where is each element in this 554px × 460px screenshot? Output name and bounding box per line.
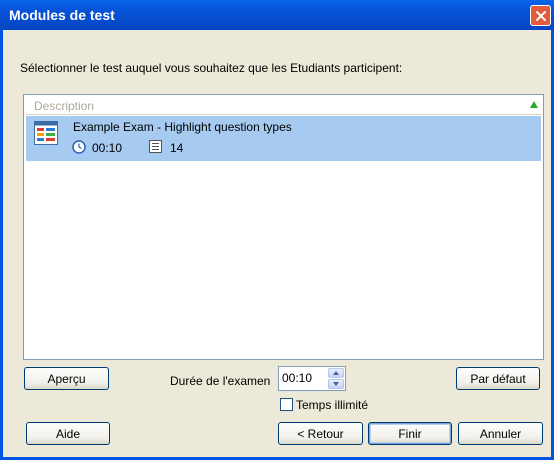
list-item[interactable]: Example Exam - Highlight question types … [26,116,541,161]
unlimited-time-checkbox[interactable] [280,398,293,411]
column-header-label: Description [34,99,95,113]
unlimited-time-label[interactable]: Temps illimité [296,398,368,412]
arrow-up-icon [333,371,339,375]
arrow-down-icon [333,382,339,386]
close-icon [535,10,546,21]
exam-duration-spinner[interactable]: 00:10 [278,366,346,391]
clock-icon [72,140,86,154]
help-button[interactable]: Aide [26,422,110,445]
test-list[interactable]: Description Example Exam - Highlight que… [23,94,544,360]
dialog-window: Modules de test Sélectionner le test auq… [0,0,554,460]
finish-button[interactable]: Finir [368,422,452,445]
window-title: Modules de test [9,7,115,23]
column-header-description[interactable]: Description [26,97,541,115]
instruction-text: Sélectionner le test auquel vous souhait… [20,61,403,75]
spin-up-button[interactable] [328,368,344,378]
exam-duration-value[interactable]: 00:10 [282,371,312,385]
title-bar[interactable]: Modules de test [0,0,554,30]
preview-button[interactable]: Aperçu [24,367,109,390]
exam-duration-label: Durée de l'examen [170,374,271,388]
back-button[interactable]: < Retour [278,422,363,445]
close-button[interactable] [530,5,551,26]
spin-down-button[interactable] [328,379,344,389]
sort-ascending-icon [530,101,538,108]
cancel-button[interactable]: Annuler [458,422,543,445]
default-button[interactable]: Par défaut [456,367,540,390]
exam-duration: 00:10 [92,141,123,155]
exam-icon [34,121,58,145]
question-count: 14 [170,141,184,155]
questions-icon [149,140,162,153]
exam-title: Example Exam - Highlight question types [73,120,292,134]
